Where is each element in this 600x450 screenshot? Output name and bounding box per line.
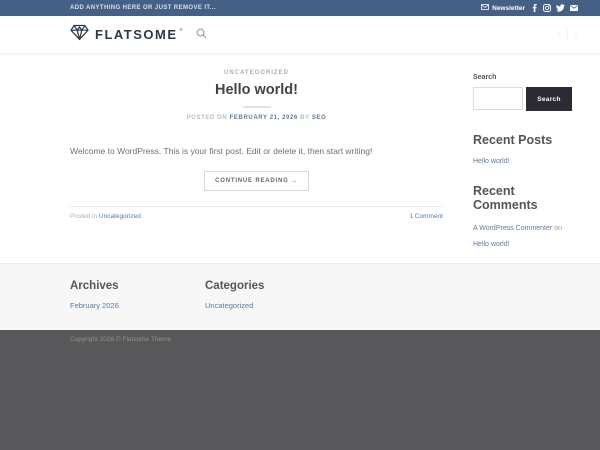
footer-widgets: Archives February 2026 Categories Uncate…: [0, 263, 600, 330]
post-meta: POSTED ON FEBRUARY 21, 2026 BY SEO: [70, 115, 443, 121]
post-title[interactable]: Hello world!: [70, 82, 443, 98]
comment-post-link[interactable]: Hello world!: [473, 241, 510, 248]
envelope-icon: [481, 4, 489, 12]
copyright-text: Copyright 2026 © Flatsome Theme: [70, 336, 171, 343]
newsletter-link[interactable]: Newsletter: [481, 4, 525, 12]
instagram-icon[interactable]: [543, 4, 551, 12]
comment-connector: on: [554, 225, 562, 232]
logo-text: FLATSOME: [95, 27, 178, 42]
facebook-icon[interactable]: [532, 4, 538, 12]
recent-comments-title: Recent Comments: [473, 184, 578, 212]
sidebar: Search Search Recent Posts Hello world! …: [473, 70, 578, 263]
social-icons: [532, 4, 578, 12]
recent-posts-title: Recent Posts: [473, 133, 578, 147]
category-footer-link[interactable]: Uncategorized: [205, 301, 253, 310]
twitter-icon[interactable]: [556, 4, 565, 12]
archives-widget: Archives February 2026: [70, 280, 205, 330]
site-header: FLATSOME ® ‹ ›: [0, 16, 600, 54]
post-category-link[interactable]: UNCATEGORIZED: [70, 70, 443, 76]
title-divider: [243, 106, 271, 108]
prev-arrow-icon[interactable]: ‹: [558, 29, 562, 41]
categories-widget: Categories Uncategorized: [205, 280, 340, 330]
comment-author-link[interactable]: A WordPress Commenter: [473, 225, 552, 232]
search-input[interactable]: [473, 87, 523, 110]
archive-link[interactable]: February 2026: [70, 301, 119, 310]
post-author-link[interactable]: SEO: [312, 115, 326, 121]
recent-posts-widget: Recent Posts Hello world!: [473, 133, 578, 168]
main-content: UNCATEGORIZED Hello world! POSTED ON FEB…: [0, 54, 600, 263]
categories-title: Categories: [205, 280, 340, 292]
recent-post-link[interactable]: Hello world!: [473, 156, 510, 167]
page: ADD ANYTHING HERE OR JUST REMOVE IT... N…: [0, 0, 600, 450]
recent-comment-item: A WordPress Commenter on Hello world!: [473, 221, 578, 253]
post-footer-meta: Posted in Uncategorized 1 Comment: [70, 206, 443, 220]
post-excerpt: Welcome to WordPress. This is your first…: [70, 145, 443, 158]
topbar-right: Newsletter: [481, 4, 578, 12]
site-logo[interactable]: FLATSOME ®: [70, 24, 186, 46]
absolute-footer: Copyright 2026 © Flatsome Theme: [0, 330, 600, 450]
post-category-footer-link[interactable]: Uncategorized: [99, 213, 141, 220]
email-icon[interactable]: [570, 5, 578, 11]
meta-by: BY: [300, 115, 309, 121]
search-icon[interactable]: [196, 26, 207, 44]
registered-mark: ®: [180, 27, 183, 32]
top-bar: ADD ANYTHING HERE OR JUST REMOVE IT... N…: [0, 0, 600, 16]
post-date-link[interactable]: FEBRUARY 21, 2026: [230, 115, 298, 121]
newsletter-label: Newsletter: [492, 5, 525, 12]
comments-link[interactable]: 1 Comment: [409, 213, 443, 220]
nav-divider: [567, 29, 568, 41]
posted-in-label: Posted in: [70, 213, 97, 220]
flatsome-gem-icon: [70, 24, 89, 46]
archives-title: Archives: [70, 280, 205, 292]
post-article: UNCATEGORIZED Hello world! POSTED ON FEB…: [70, 70, 443, 263]
recent-comments-widget: Recent Comments A WordPress Commenter on…: [473, 184, 578, 253]
meta-posted-on: POSTED ON: [187, 115, 228, 121]
search-button[interactable]: Search: [526, 87, 572, 111]
continue-reading-button[interactable]: CONTINUE READING →: [204, 171, 309, 191]
topbar-message: ADD ANYTHING HERE OR JUST REMOVE IT...: [70, 5, 216, 11]
next-arrow-icon[interactable]: ›: [574, 29, 578, 41]
search-widget-title: Search: [473, 74, 578, 81]
header-nav-arrows: ‹ ›: [558, 29, 578, 41]
